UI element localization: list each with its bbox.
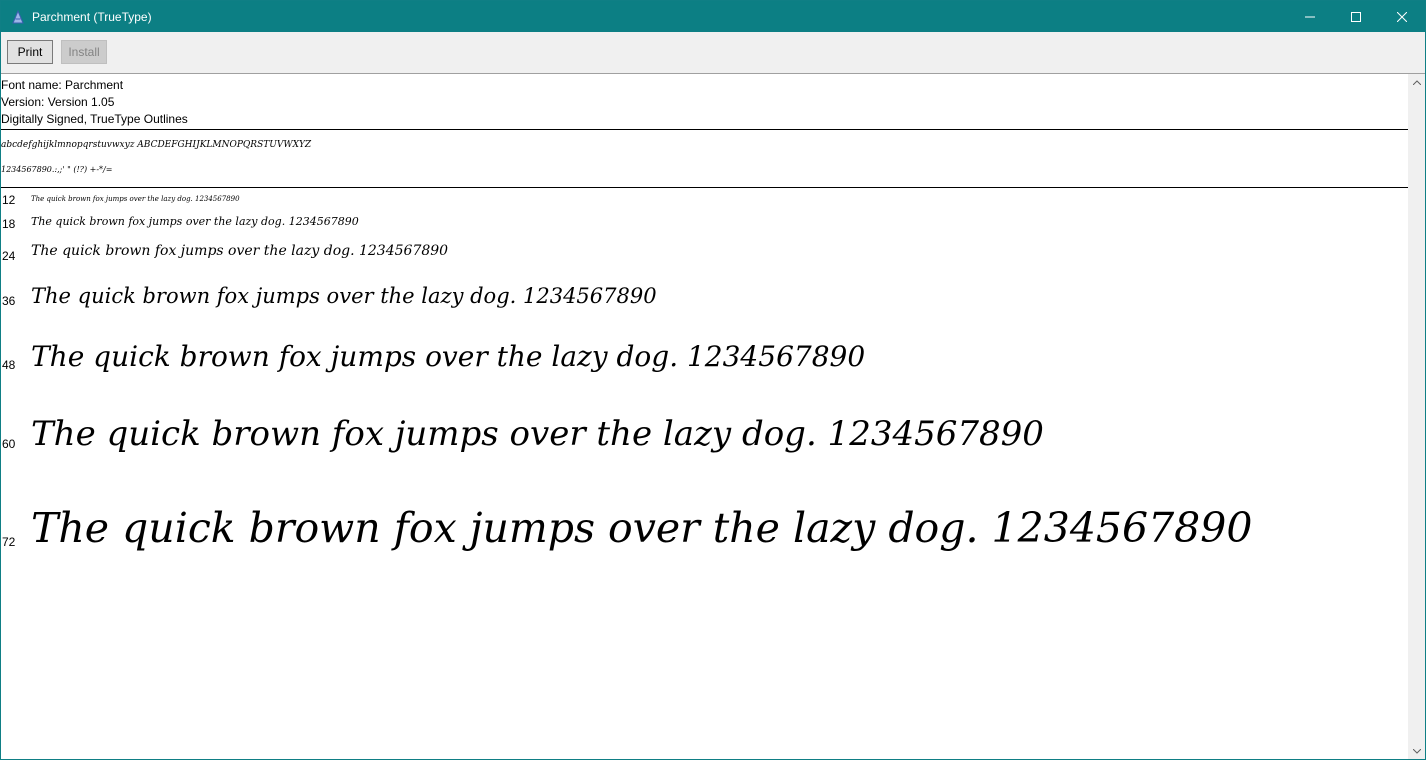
sample-size-label: 60 <box>2 437 16 451</box>
sample-text: The quick brown fox jumps over the lazy … <box>31 340 866 373</box>
window-controls <box>1287 1 1425 32</box>
sample-size-label: 24 <box>2 249 16 263</box>
minimize-icon <box>1305 16 1315 17</box>
sample-text: The quick brown fox jumps over the lazy … <box>31 284 657 308</box>
scroll-down-arrow-icon <box>1412 749 1421 754</box>
font-signature-text: Digitally Signed, TrueType Outlines <box>1 112 188 126</box>
charset-symbols: 1234567890.:,;' " (!?) +-*/= <box>1 165 113 174</box>
close-button[interactable] <box>1379 1 1425 32</box>
font-version-text: Version: Version 1.05 <box>1 95 115 109</box>
vertical-scrollbar[interactable] <box>1408 74 1425 759</box>
scroll-up-arrow-icon <box>1412 80 1421 85</box>
maximize-icon <box>1351 11 1361 22</box>
sample-size-label: 72 <box>2 535 16 549</box>
sample-text: The quick brown fox jumps over the lazy … <box>31 504 1253 552</box>
charset-letters: abcdefghijklmnopqrstuvwxyz ABCDEFGHIJKLM… <box>1 140 312 150</box>
divider <box>1 129 1408 130</box>
font-viewer-window: Parchment (TrueType) Print Install Font … <box>0 0 1426 760</box>
sample-text: The quick brown fox jumps over the lazy … <box>31 195 240 203</box>
toolbar: Print Install <box>1 32 1425 74</box>
window-title: Parchment (TrueType) <box>32 9 152 24</box>
font-preview-area[interactable]: Font name: Parchment Version: Version 1.… <box>1 74 1408 759</box>
font-name-text: Font name: Parchment <box>1 78 124 92</box>
maximize-button[interactable] <box>1333 1 1379 32</box>
minimize-button[interactable] <box>1287 1 1333 32</box>
sample-text: The quick brown fox jumps over the lazy … <box>31 414 1044 454</box>
sample-size-label: 12 <box>2 193 16 207</box>
scroll-down-button[interactable] <box>1408 743 1425 759</box>
divider <box>1 187 1408 188</box>
title-bar[interactable]: Parchment (TrueType) <box>1 1 1425 32</box>
sample-size-label: 36 <box>2 294 16 308</box>
font-info: Font name: Parchment Version: Version 1.… <box>1 77 188 128</box>
print-button[interactable]: Print <box>7 40 53 64</box>
install-button[interactable]: Install <box>61 40 107 64</box>
sample-size-label: 48 <box>2 358 16 372</box>
sample-text: The quick brown fox jumps over the lazy … <box>31 215 359 228</box>
sample-text: The quick brown fox jumps over the lazy … <box>31 243 449 259</box>
font-viewer-icon <box>10 9 26 25</box>
scroll-up-button[interactable] <box>1408 74 1425 91</box>
sample-size-label: 18 <box>2 217 16 231</box>
close-icon <box>1397 11 1407 22</box>
